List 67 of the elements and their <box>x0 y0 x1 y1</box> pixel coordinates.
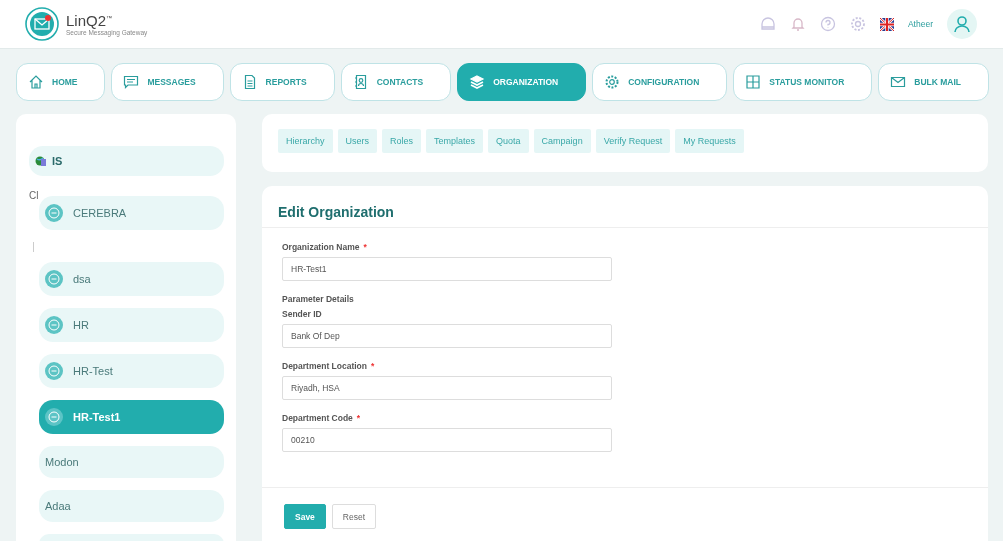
tree-item[interactable]: HR-Test1 <box>39 400 224 434</box>
tree-item-label: Adaa <box>45 500 71 512</box>
collapse-icon[interactable] <box>45 362 63 380</box>
tree-item[interactable]: dsa <box>39 262 224 296</box>
sub-tab[interactable]: Hierarchy <box>278 129 333 153</box>
input-field[interactable]: Riyadh, HSA <box>282 376 612 400</box>
section-label: Parameter Details <box>282 294 355 304</box>
field-label: Department Code * <box>282 413 362 423</box>
gear-icon <box>604 74 621 90</box>
envelope-logo-icon <box>22 6 62 42</box>
nav-tab[interactable]: BULK MAIL <box>878 63 989 101</box>
input-field[interactable]: 00210 <box>282 428 612 452</box>
sub-tab[interactable]: Users <box>337 129 378 153</box>
nav-tab[interactable]: HOME <box>16 63 106 101</box>
reset-button[interactable]: Reset <box>331 504 377 529</box>
tree-item[interactable]: HR <box>39 308 224 342</box>
grid-icon <box>745 74 762 90</box>
globe-building-icon <box>35 155 47 167</box>
nav-tab[interactable]: REPORTS <box>229 63 335 101</box>
settings-icon[interactable] <box>849 16 866 32</box>
collapse-icon[interactable] <box>45 408 63 426</box>
tree-item-label: Modon <box>45 456 79 468</box>
sub-tab[interactable]: Roles <box>382 129 422 153</box>
mail-icon <box>890 74 907 90</box>
collapse-icon[interactable] <box>45 316 63 334</box>
collapse-icon[interactable] <box>45 204 63 222</box>
save-button[interactable]: Save <box>284 504 326 529</box>
field-label: Sender ID <box>282 309 323 319</box>
tree-item[interactable]: CEREBRA <box>39 196 224 230</box>
field-label: Department Location * <box>282 361 376 371</box>
contact-card-icon <box>352 74 369 90</box>
notification-icon[interactable] <box>789 16 806 32</box>
flag-icon[interactable] <box>879 17 894 31</box>
sub-tab[interactable]: Templates <box>426 129 484 153</box>
field-label: Organization Name * <box>282 242 368 252</box>
sub-tab[interactable]: Quota <box>488 129 529 153</box>
message-icon <box>123 74 140 90</box>
nav-tab[interactable]: CONFIGURATION <box>592 63 728 101</box>
tree-item-label: dsa <box>73 273 91 285</box>
avatar-icon[interactable] <box>947 9 977 39</box>
input-field[interactable]: Bank Of Dep <box>282 324 612 348</box>
user-name[interactable]: Atheer <box>907 19 933 29</box>
nav-tab[interactable]: MESSAGES <box>111 63 224 101</box>
logo-name: LinQ2$^{™}$ <box>66 12 114 29</box>
tree-item[interactable]: HR-Test <box>39 354 224 388</box>
sub-tab[interactable]: Campaign <box>533 129 591 153</box>
layers-icon <box>469 74 486 90</box>
input-field[interactable]: HR-Test1 <box>282 257 612 281</box>
tree-item-label: HR <box>73 319 89 331</box>
nav-tab[interactable]: CONTACTS <box>340 63 452 101</box>
tree-item-label: CEREBRA <box>73 207 127 219</box>
nav-tab[interactable]: ORGANIZATION <box>457 63 587 101</box>
form-title: Edit Organization <box>262 186 988 228</box>
tree-item-label: IS <box>52 155 63 167</box>
nav-tab[interactable]: STATUS MONITOR <box>733 63 873 101</box>
tree-item-label: HR-Test <box>73 365 113 377</box>
tree-item[interactable]: Modon <box>39 446 224 478</box>
tree-label: Cl <box>29 190 39 202</box>
inbox-icon[interactable] <box>759 16 776 32</box>
collapse-icon[interactable] <box>45 270 63 288</box>
tree-item[interactable]: Adaa <box>39 490 224 522</box>
help-icon[interactable] <box>819 16 836 32</box>
tree-item[interactable]: IS <box>29 146 224 176</box>
sub-tab[interactable]: My Requests <box>675 129 744 153</box>
tree-item-label: HR-Test1 <box>73 411 121 423</box>
home-icon <box>28 74 44 90</box>
sub-tab[interactable]: Verify Request <box>595 129 671 153</box>
